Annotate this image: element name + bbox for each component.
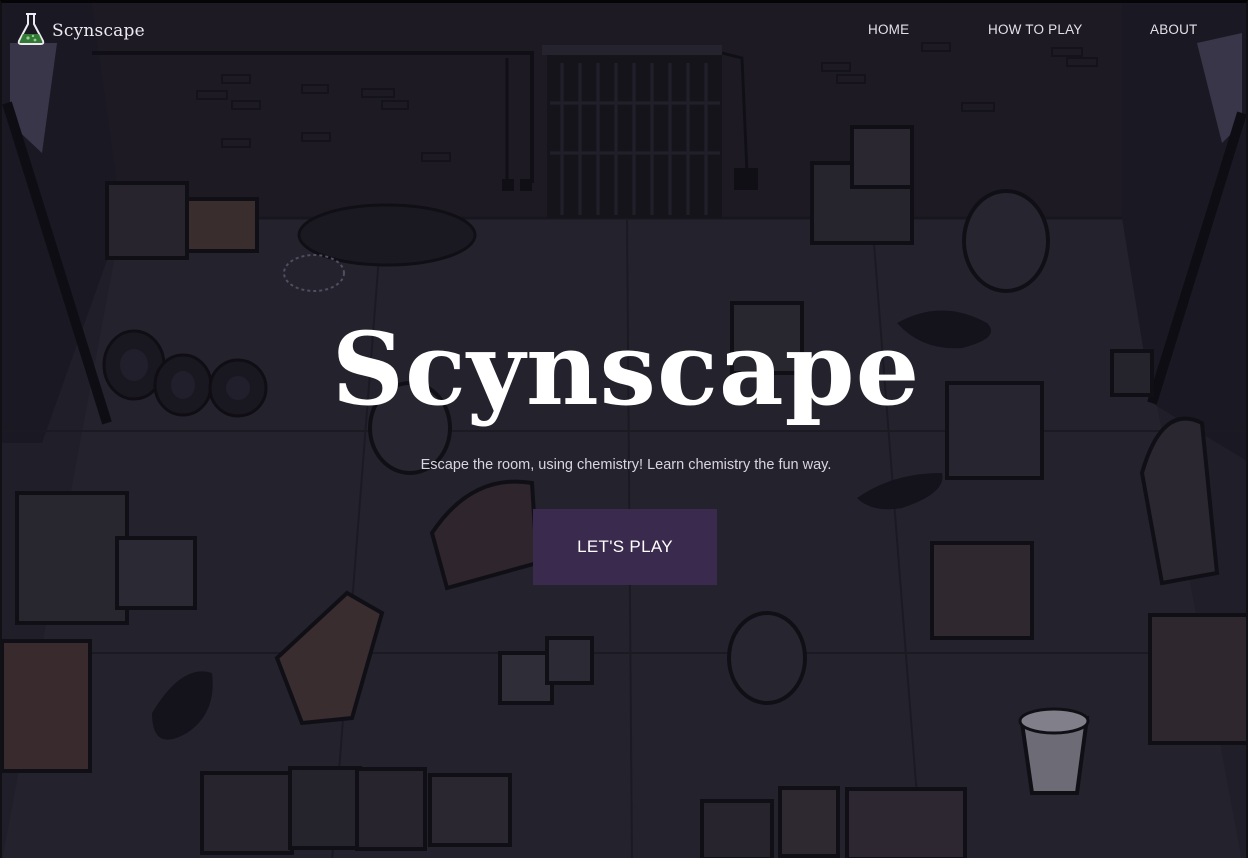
top-navbar: Scynscape HOME HOW TO PLAY ABOUT [2,3,1246,59]
page: Scynscape HOME HOW TO PLAY ABOUT Scynsca… [0,0,1248,858]
background-storage-room-image [2,3,1246,858]
nav-links: HOME HOW TO PLAY ABOUT [2,22,1246,42]
nav-link-about[interactable]: ABOUT [1150,22,1198,37]
nav-link-how-to-play[interactable]: HOW TO PLAY [988,22,1082,37]
nav-link-home[interactable]: HOME [868,22,909,37]
hero-title: Scynscape [331,310,921,428]
hero-subtitle: Escape the room, using chemistry! Learn … [420,457,832,473]
lets-play-button[interactable]: LET'S PLAY [533,509,717,585]
